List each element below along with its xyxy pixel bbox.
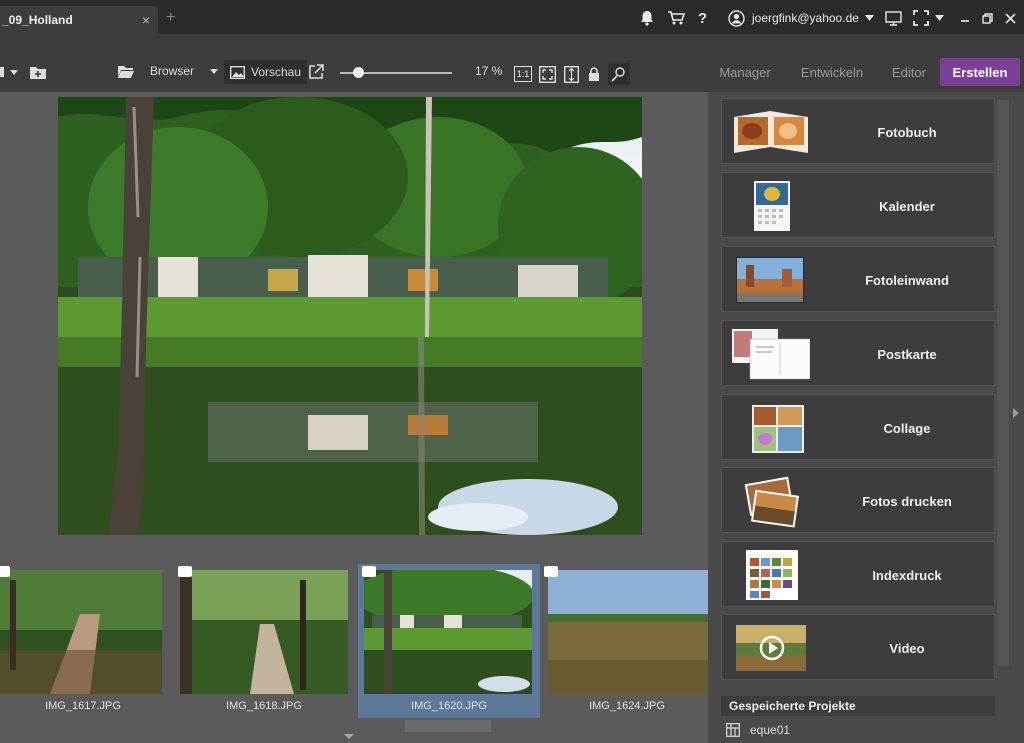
create-kalender[interactable]: Kalender [721, 172, 995, 238]
actual-size-button[interactable]: 1:1 [514, 66, 532, 82]
fullscreen-menu-chevron-icon[interactable] [935, 15, 944, 21]
thumbnail-filename: IMG_1617.JPG [45, 700, 121, 712]
photobook-icon [732, 105, 810, 159]
mode-entwickeln[interactable]: Entwickeln [794, 58, 870, 86]
thumbnail-filename: IMG_1624.JPG [589, 700, 665, 712]
filmstrip-resize-handle[interactable] [405, 720, 491, 732]
preview-button[interactable]: Vorschau [224, 60, 308, 84]
camera-icon [0, 566, 10, 577]
toolbar [0, 34, 1024, 92]
help-icon[interactable]: ? [698, 10, 707, 27]
create-video-label: Video [889, 640, 925, 656]
browser-chevron-icon[interactable] [210, 68, 219, 74]
saved-project-name: eque01 [750, 723, 791, 737]
monitor-icon[interactable] [885, 10, 902, 26]
browser-tool: Browser [118, 64, 219, 78]
zoom-slider-handle[interactable] [353, 67, 364, 78]
stack-icon[interactable] [0, 65, 6, 79]
left-tools [0, 65, 46, 79]
create-postkarte-label: Postkarte [877, 346, 937, 362]
create-collage[interactable]: Collage [721, 394, 995, 460]
create-indexdruck-label: Indexdruck [872, 567, 942, 583]
postcard-icon [732, 327, 811, 381]
create-fotoleinwand[interactable]: Fotoleinwand [721, 246, 995, 312]
create-indexdruck[interactable]: Indexdruck [721, 541, 995, 607]
collapse-arrow-icon[interactable] [344, 734, 354, 739]
pan-tool-icon[interactable] [608, 63, 630, 85]
camera-icon [544, 566, 558, 577]
create-fotos-drucken-label: Fotos drucken [862, 493, 952, 509]
canvas-print-icon [732, 253, 810, 307]
fullscreen-icon[interactable] [913, 10, 929, 26]
create-kalender-label: Kalender [879, 198, 935, 214]
browser-button[interactable]: Browser [150, 64, 194, 78]
thumbnail-image [548, 570, 708, 694]
preview-image[interactable] [58, 97, 642, 535]
thumbnail-image [364, 570, 532, 694]
user-email[interactable]: joergfink@yahoo.de [752, 11, 859, 25]
create-fotoleinwand-label: Fotoleinwand [865, 272, 949, 288]
tab-title: _09_Holland [2, 13, 73, 27]
title-bar: _09_Holland × + ? joergfink@yahoo.de [0, 0, 1024, 34]
camera-icon [362, 566, 376, 577]
panel-collapse-arrow-icon[interactable] [1013, 408, 1019, 418]
panel-scrollbar[interactable] [997, 100, 1009, 666]
calendar-icon [732, 179, 810, 233]
zoom-readout: 17 % [475, 64, 502, 78]
zoom-level: 17 % [475, 64, 503, 78]
view-tools: 1:1 [514, 63, 630, 85]
create-fotobuch-label: Fotobuch [877, 124, 937, 140]
chevron-down-icon[interactable] [864, 15, 874, 21]
thumbnail-image [180, 570, 348, 694]
stack-chevron-icon[interactable] [10, 69, 18, 75]
camera-icon [178, 566, 192, 577]
open-folder-icon[interactable] [118, 65, 134, 78]
create-fotobuch[interactable]: Fotobuch [721, 98, 995, 164]
thumbnail-image [0, 570, 162, 694]
create-fotos-drucken[interactable]: Fotos drucken [721, 467, 995, 533]
user-icon[interactable] [728, 9, 745, 27]
preview-label: Vorschau [251, 65, 302, 79]
cart-icon[interactable] [667, 10, 685, 26]
mode-manager[interactable]: Manager [712, 58, 778, 86]
video-icon [732, 621, 810, 675]
index-print-icon [732, 548, 810, 602]
thumbnail-filename: IMG_1618.JPG [226, 700, 302, 712]
new-folder-icon[interactable] [30, 66, 46, 79]
create-collage-label: Collage [883, 420, 931, 436]
close-window-icon[interactable] [1005, 12, 1016, 24]
restore-icon[interactable] [982, 12, 993, 24]
saved-project-item[interactable]: eque01 [726, 723, 790, 737]
minimize-icon[interactable] [960, 13, 970, 23]
fit-height-icon[interactable] [564, 65, 579, 83]
project-grid-icon [726, 723, 740, 737]
thumbnail-item[interactable]: IMG_1617.JPG [0, 564, 166, 718]
print-photos-icon [732, 474, 810, 528]
saved-projects-header[interactable]: Gespeicherte Projekte [721, 696, 995, 716]
thumbnail-filename: IMG_1620.JPG [411, 700, 487, 712]
album-tab[interactable]: _09_Holland × [0, 6, 158, 34]
mode-editor[interactable]: Editor [884, 58, 934, 86]
create-postkarte[interactable]: Postkarte [721, 320, 995, 386]
thumbnail-item[interactable]: IMG_1618.JPG [178, 564, 350, 718]
create-video[interactable]: Video [721, 614, 995, 680]
bell-icon[interactable] [640, 10, 654, 26]
thumbnail-item-selected[interactable]: IMG_1620.JPG [358, 564, 540, 718]
mode-erstellen[interactable]: Erstellen [940, 58, 1020, 86]
tab-close-button[interactable]: × [142, 12, 150, 28]
lock-icon[interactable] [588, 66, 600, 82]
add-tab-button[interactable]: + [166, 9, 175, 27]
external-tool [309, 64, 324, 79]
image-icon [230, 65, 245, 79]
collage-icon [732, 401, 810, 455]
thumbnail-item[interactable]: IMG_1624.JPG [544, 564, 708, 718]
external-open-icon[interactable] [309, 64, 324, 79]
fit-to-window-icon[interactable] [539, 65, 556, 83]
